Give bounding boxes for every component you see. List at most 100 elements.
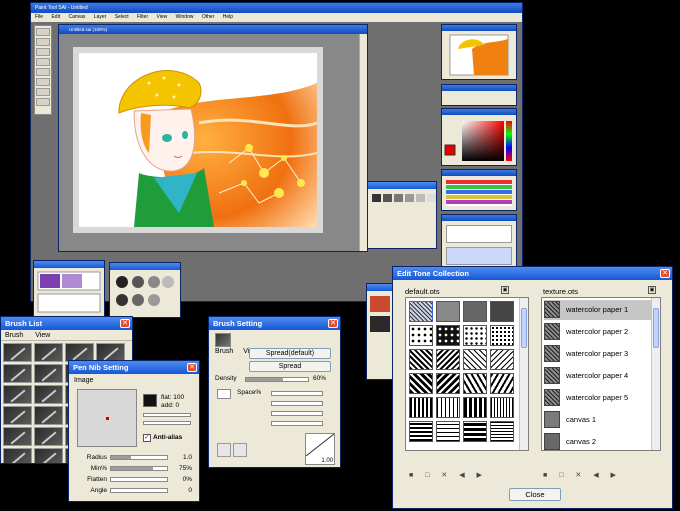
delete-icon[interactable]: ✕: [441, 472, 447, 479]
tone-pattern[interactable]: [490, 373, 514, 394]
tone-pattern[interactable]: [409, 421, 433, 442]
brush-item[interactable]: [3, 385, 32, 404]
density-slider[interactable]: [245, 377, 309, 382]
tone-pattern[interactable]: [463, 349, 487, 370]
tone-pattern[interactable]: [436, 325, 460, 346]
brush-item[interactable]: [3, 406, 32, 425]
close-button[interactable]: Close: [509, 488, 561, 501]
color-picker-square[interactable]: [442, 115, 516, 165]
anti-alias-checkbox[interactable]: ✓: [143, 434, 151, 442]
open-file-icon[interactable]: ▣: [648, 286, 656, 294]
pressure-preview[interactable]: [217, 443, 231, 457]
texture-item[interactable]: watercolor paper 4: [544, 366, 652, 386]
flat-slider[interactable]: [143, 413, 191, 417]
current-brush-thumb[interactable]: [215, 333, 231, 347]
rotate-tool-button[interactable]: [36, 78, 50, 86]
menu-help[interactable]: Help: [223, 14, 233, 20]
brush-item[interactable]: [34, 343, 63, 362]
menu-view[interactable]: View: [35, 332, 50, 339]
tone-pattern[interactable]: [409, 325, 433, 346]
swatch-grid[interactable]: [442, 176, 516, 210]
nib-shape-swatch[interactable]: [143, 394, 157, 407]
move-right-icon[interactable]: ▶: [477, 472, 482, 479]
tone-pattern[interactable]: [490, 349, 514, 370]
move-tool-button[interactable]: [36, 58, 50, 66]
menu-window[interactable]: Window: [176, 14, 194, 20]
hand-tool-button[interactable]: [36, 88, 50, 96]
zoom-tool-button[interactable]: [36, 68, 50, 76]
nib-preview[interactable]: [77, 389, 137, 447]
brush-item[interactable]: [34, 406, 63, 425]
brush-item[interactable]: [3, 427, 32, 446]
close-icon[interactable]: [328, 319, 338, 328]
menu-edit[interactable]: Edit: [51, 14, 60, 20]
menu-layer[interactable]: Layer: [94, 14, 107, 20]
brush-item[interactable]: [3, 364, 32, 383]
texture-list-scrollbar[interactable]: [651, 298, 660, 450]
magic-wand-tool-button[interactable]: [36, 48, 50, 56]
brush-item[interactable]: [3, 343, 32, 362]
tone-pattern[interactable]: [409, 397, 433, 418]
pressure-curve[interactable]: 1.00: [305, 433, 335, 465]
delete-icon[interactable]: ✕: [575, 472, 581, 479]
tone-pattern[interactable]: [490, 301, 514, 322]
blend-slider[interactable]: [271, 401, 323, 406]
move-left-icon[interactable]: ◀: [593, 472, 598, 479]
menu-brush[interactable]: Brush: [5, 332, 23, 339]
layer-item[interactable]: [446, 247, 512, 265]
brush-item[interactable]: [34, 364, 63, 383]
new-icon[interactable]: ■: [543, 472, 547, 479]
radius-slider[interactable]: Radius 1.0: [73, 453, 193, 462]
tone-pattern[interactable]: [463, 397, 487, 418]
tone-pattern[interactable]: [436, 349, 460, 370]
layer-thumbnails[interactable]: [34, 268, 104, 316]
texture-preview[interactable]: [217, 389, 231, 399]
tone-pattern[interactable]: [490, 325, 514, 346]
persistence-slider[interactable]: [271, 411, 323, 416]
brush-item[interactable]: [34, 448, 63, 463]
lasso-tool-button[interactable]: [36, 38, 50, 46]
new-icon[interactable]: ■: [409, 472, 413, 479]
tone-pattern[interactable]: [463, 325, 487, 346]
open-file-icon[interactable]: ▣: [501, 286, 509, 294]
tone-pattern[interactable]: [409, 349, 433, 370]
tone-pattern[interactable]: [463, 421, 487, 442]
menu-other[interactable]: Other: [202, 14, 215, 20]
texture-item[interactable]: watercolor paper 3: [544, 344, 652, 364]
pressure-preview[interactable]: [233, 443, 247, 457]
menu-canvas[interactable]: Canvas: [68, 14, 85, 20]
navigator-thumbnail[interactable]: [442, 31, 516, 77]
tone-pattern[interactable]: [463, 373, 487, 394]
move-right-icon[interactable]: ▶: [611, 472, 616, 479]
brush-item[interactable]: [3, 448, 32, 463]
tone-pattern[interactable]: [436, 421, 460, 442]
dilution-slider[interactable]: [271, 421, 323, 426]
close-icon[interactable]: [120, 319, 130, 328]
artwork-canvas[interactable]: [73, 47, 323, 233]
tone-pattern[interactable]: [436, 397, 460, 418]
tone-pattern[interactable]: [409, 373, 433, 394]
tone-pattern[interactable]: [463, 301, 487, 322]
menu-filter[interactable]: Filter: [137, 14, 148, 20]
texture-item[interactable]: watercolor paper 2: [544, 322, 652, 342]
close-icon[interactable]: [660, 269, 670, 278]
texture-item[interactable]: watercolor paper 1: [544, 300, 652, 320]
brush-shape-grid[interactable]: [110, 270, 180, 316]
spread-button[interactable]: Spread: [249, 361, 331, 372]
menu-select[interactable]: Select: [115, 14, 129, 20]
menu-view[interactable]: View: [157, 14, 168, 20]
brush-item[interactable]: [34, 385, 63, 404]
brush-item[interactable]: [34, 427, 63, 446]
spread-dropdown[interactable]: Spread(default): [249, 348, 331, 359]
add-slider[interactable]: [143, 421, 191, 425]
layer-item[interactable]: [446, 225, 512, 243]
tone-pattern[interactable]: [490, 397, 514, 418]
tone-list-scrollbar[interactable]: [519, 298, 528, 450]
tone-pattern[interactable]: [436, 301, 460, 322]
canvas-scrollbar[interactable]: [359, 34, 367, 251]
texture-item[interactable]: watercolor paper 5: [544, 388, 652, 408]
space-slider[interactable]: [271, 391, 323, 396]
copy-icon[interactable]: □: [425, 472, 429, 479]
move-left-icon[interactable]: ◀: [459, 472, 464, 479]
angle-slider[interactable]: Angle 0: [73, 486, 193, 495]
